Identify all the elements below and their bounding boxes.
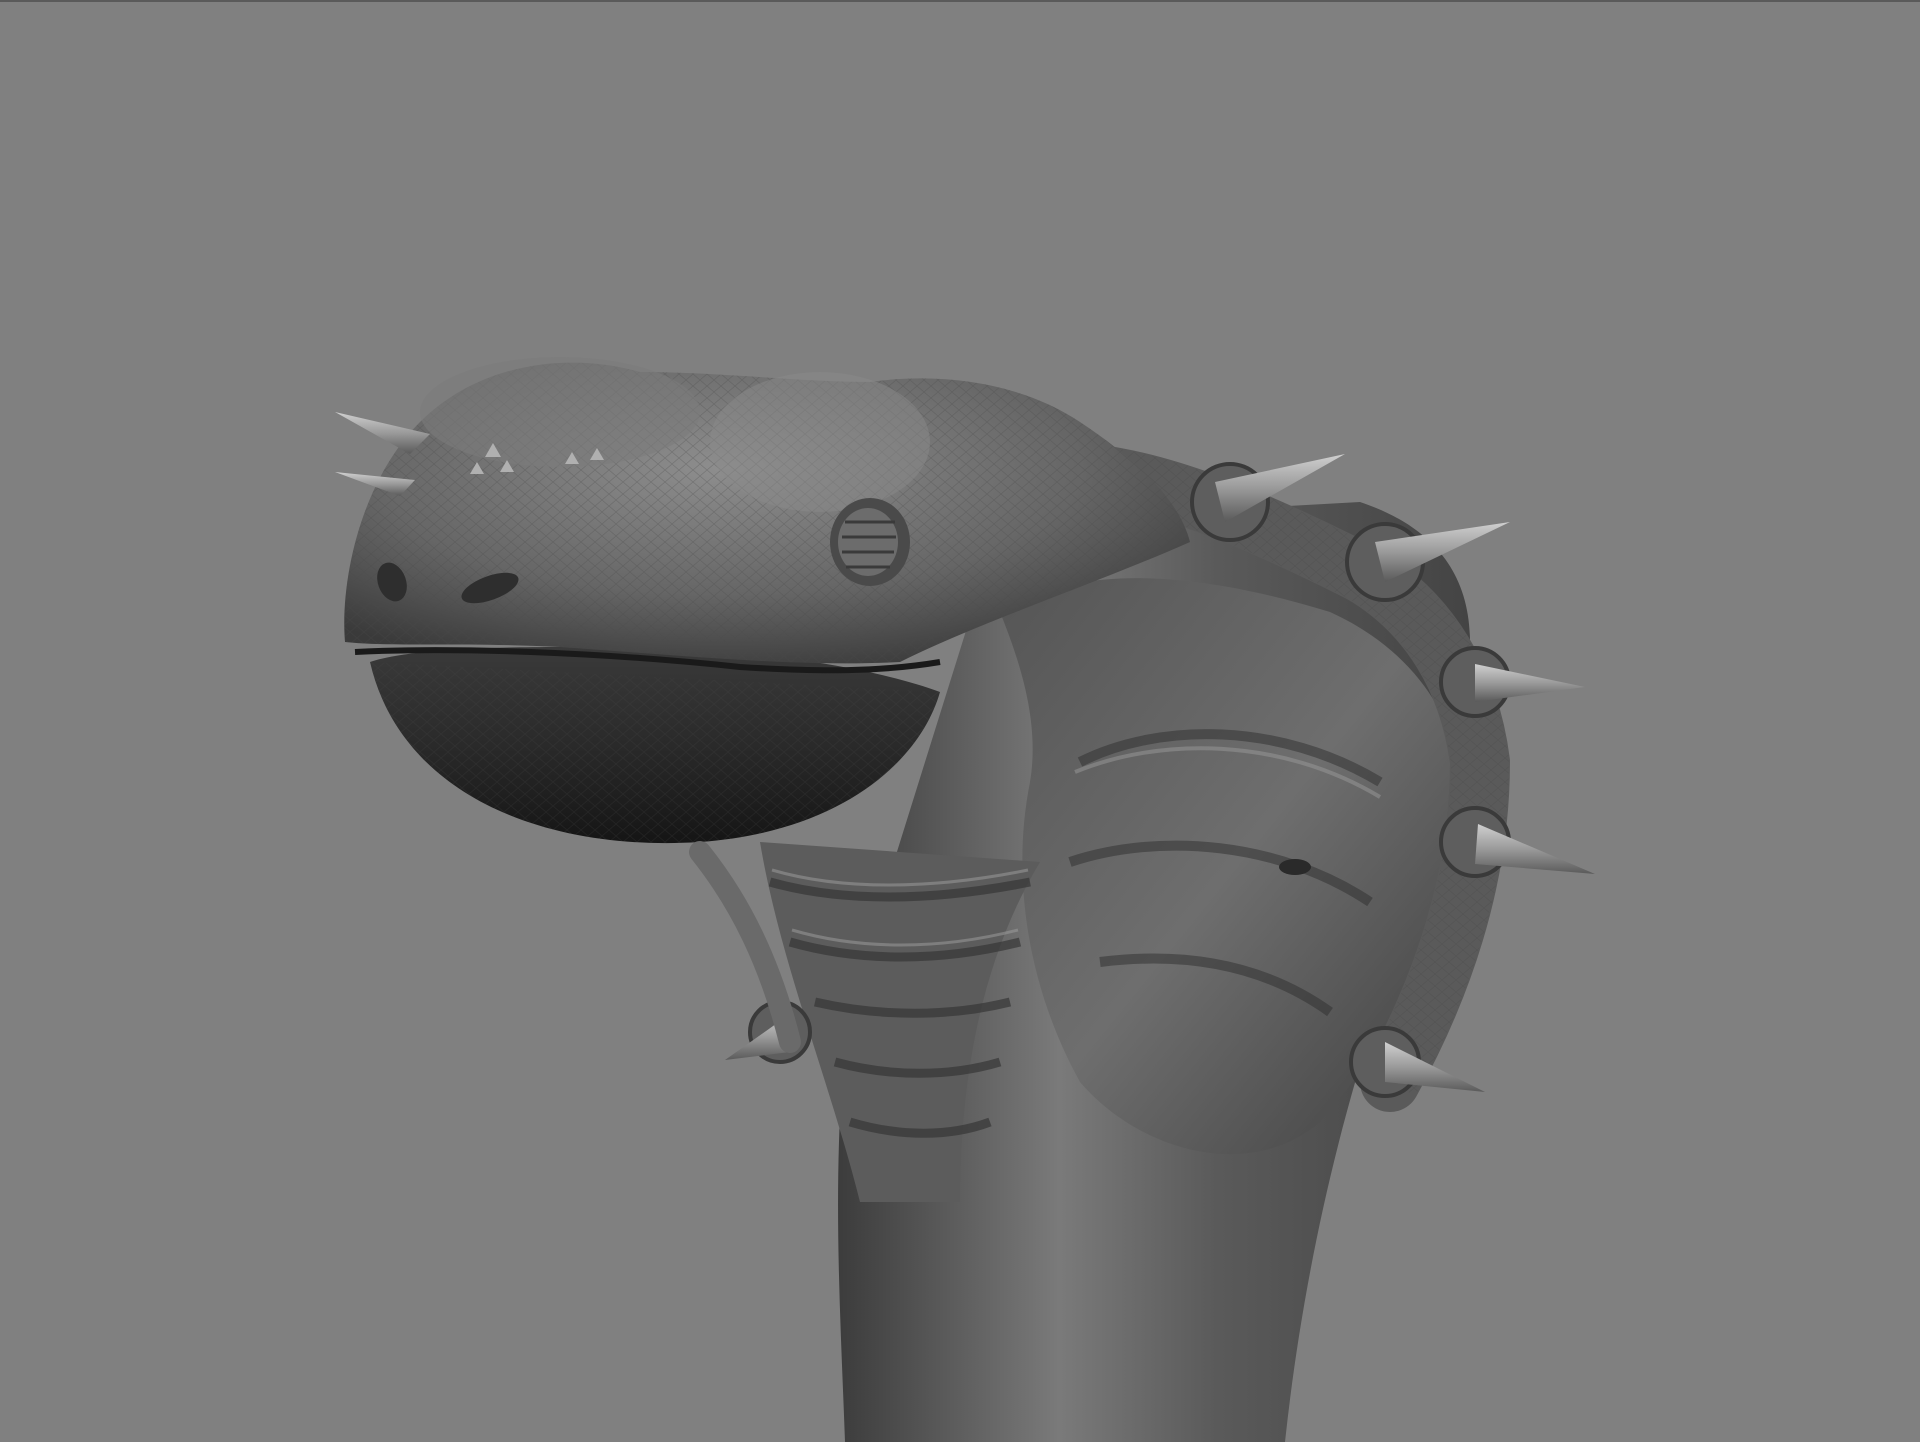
sculpt-viewport[interactable] (0, 0, 1920, 1442)
head-spike-upper (335, 412, 430, 454)
eye-icon (830, 498, 910, 586)
creature-render (335, 357, 1595, 1442)
